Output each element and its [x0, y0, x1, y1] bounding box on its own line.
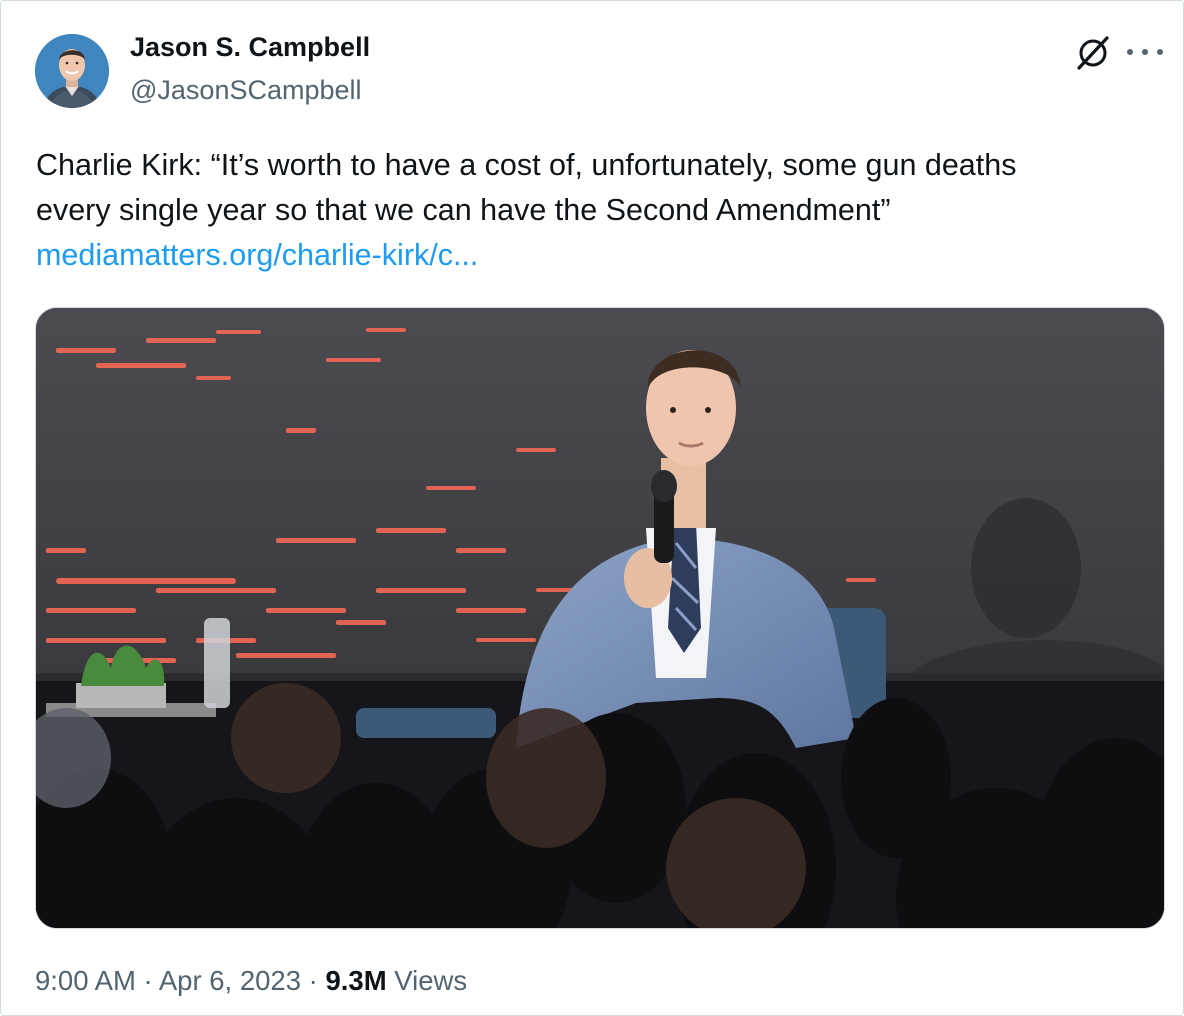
author-name[interactable]: Jason S. Campbell	[130, 32, 370, 63]
more-options-icon[interactable]	[1127, 37, 1163, 67]
tweet-text-line: every single year so that we can have th…	[36, 193, 891, 227]
dot-icon	[1157, 49, 1163, 55]
author-handle[interactable]: @JasonSCampbell	[130, 75, 362, 106]
meta-separator: ·	[301, 965, 326, 996]
tweet-text-line: Charlie Kirk: “It’s worth to have a cost…	[36, 148, 1017, 182]
dot-icon	[1127, 49, 1133, 55]
views-count[interactable]: 9.3M	[325, 965, 386, 996]
tweet-link[interactable]: mediamatters.org/charlie-kirk/c...	[36, 233, 1176, 278]
meta-separator: ·	[135, 965, 159, 996]
views-label: Views	[386, 965, 468, 996]
tweet-text: Charlie Kirk: “It’s worth to have a cost…	[36, 143, 1176, 278]
tweet-date[interactable]: Apr 6, 2023	[159, 965, 301, 996]
grok-icon[interactable]	[1073, 33, 1113, 73]
dot-icon	[1142, 49, 1148, 55]
tweet-meta: 9:00 AM · Apr 6, 2023 · 9.3M Views	[35, 965, 467, 997]
avatar[interactable]	[35, 34, 109, 108]
media-video[interactable]	[35, 307, 1165, 929]
avatar-image	[35, 34, 109, 108]
tweet-time[interactable]: 9:00 AM	[35, 965, 136, 996]
tweet-card[interactable]: Jason S. Campbell @JasonSCampbell Charli…	[0, 0, 1184, 1016]
video-thumbnail	[36, 308, 1164, 928]
